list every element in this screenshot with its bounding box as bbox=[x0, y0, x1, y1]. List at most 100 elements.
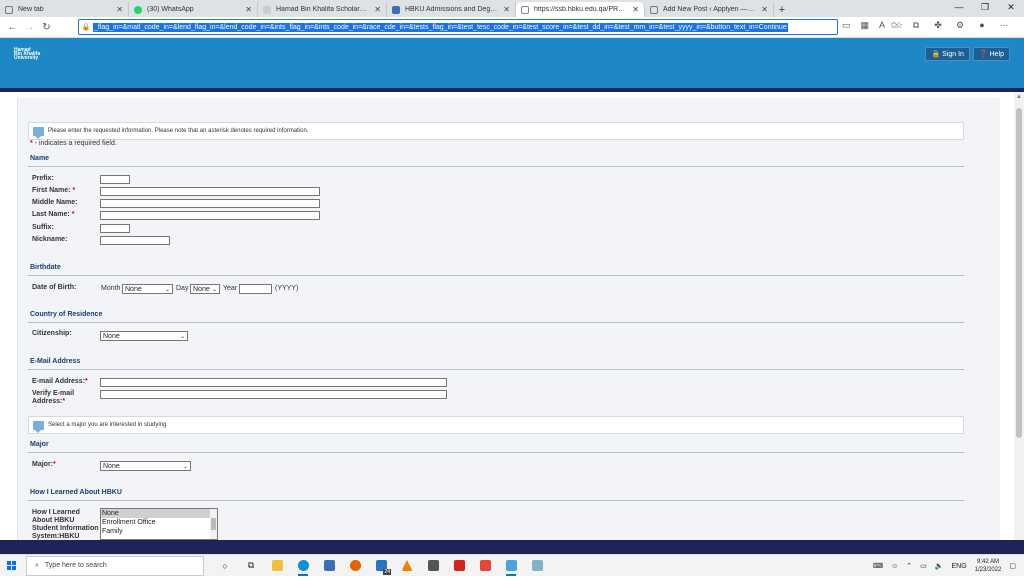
day-select[interactable]: None ⌄ bbox=[190, 284, 220, 294]
tab-scholarship[interactable]: Hamad Bin Khalifa Scholarship & ✕ bbox=[258, 2, 387, 17]
clock[interactable]: 9:42 AM 1/23/2022 bbox=[975, 558, 1002, 574]
label-text: Student Information bbox=[32, 525, 99, 532]
start-button[interactable] bbox=[0, 555, 22, 577]
calculator-icon[interactable] bbox=[422, 556, 444, 576]
address-bar[interactable]: 🔒 _flag_in=&matl_code_in=&lend_flag_in=&… bbox=[78, 19, 838, 35]
tab-title: New tab bbox=[18, 6, 44, 13]
page-scrollbar[interactable]: ▲ bbox=[1014, 92, 1024, 540]
new-tab-button[interactable]: + bbox=[774, 2, 790, 17]
tab-title: Add New Post ‹ Applyen — Wo... bbox=[663, 6, 757, 13]
vlc-icon[interactable] bbox=[396, 556, 418, 576]
chevron-down-icon: ⌄ bbox=[211, 286, 217, 293]
section-title-email: E-Mail Address bbox=[30, 358, 81, 365]
tab-title: (30) WhatsApp bbox=[147, 6, 194, 13]
select-value: None bbox=[103, 332, 120, 340]
photos-icon[interactable] bbox=[526, 556, 548, 576]
edge-browser-icon[interactable] bbox=[292, 556, 314, 576]
profile-avatar-icon[interactable]: ● bbox=[976, 20, 988, 31]
last-name-input[interactable] bbox=[100, 211, 320, 220]
sign-in-button[interactable]: 🔒 Sign In bbox=[925, 47, 970, 61]
month-select[interactable]: None ⌄ bbox=[122, 284, 173, 294]
anydesk-icon[interactable] bbox=[474, 556, 496, 576]
chevron-up-icon[interactable]: ⌃ bbox=[906, 562, 912, 570]
page-content: ▲ bbox=[0, 92, 1024, 540]
listbox-scrollbar-thumb[interactable] bbox=[211, 518, 216, 530]
close-icon[interactable]: ✕ bbox=[245, 5, 252, 14]
close-window-icon[interactable]: ✕ bbox=[998, 0, 1024, 17]
scrollbar-thumb[interactable] bbox=[1016, 108, 1022, 438]
volume-icon[interactable]: 🔈 bbox=[935, 562, 944, 570]
lock-icon[interactable]: 🔒 bbox=[79, 23, 93, 31]
more-menu-icon[interactable]: ⋯ bbox=[998, 20, 1010, 31]
minimize-icon[interactable]: — bbox=[946, 0, 972, 17]
tab-whatsapp[interactable]: (30) WhatsApp ✕ bbox=[129, 2, 258, 17]
page-icon bbox=[521, 5, 529, 14]
store-icon[interactable] bbox=[318, 556, 340, 576]
close-icon[interactable]: ✕ bbox=[761, 5, 768, 14]
url-text[interactable]: _flag_in=&matl_code_in=&lend_flag_in=&le… bbox=[93, 22, 788, 32]
notifications-icon[interactable]: ▢ bbox=[1009, 562, 1016, 570]
acrobat-icon[interactable] bbox=[448, 556, 470, 576]
people-icon[interactable]: ☺ bbox=[891, 563, 898, 570]
firefox-icon[interactable] bbox=[344, 556, 366, 576]
citizenship-select[interactable]: None ⌄ bbox=[100, 331, 188, 341]
restore-icon[interactable]: ❐ bbox=[972, 0, 998, 17]
cortana-icon[interactable]: ○ bbox=[214, 556, 236, 576]
tab-ssb-active[interactable]: https://ssb.hbku.edu.qa/PROD/b... ✕ bbox=[516, 2, 645, 17]
collections-icon[interactable]: ⧉ bbox=[910, 20, 922, 31]
verify-email-input[interactable] bbox=[100, 390, 447, 399]
label-text: About HBKU bbox=[32, 517, 75, 524]
read-aloud-icon[interactable]: A bbox=[879, 20, 885, 31]
speech-bubble-icon bbox=[33, 126, 44, 139]
middle-name-input[interactable] bbox=[100, 199, 320, 208]
forward-icon[interactable]: → bbox=[21, 22, 38, 33]
language-indicator[interactable]: ENG bbox=[952, 563, 967, 570]
taskbar-search[interactable]: ⌕ Type here to search bbox=[26, 555, 204, 576]
keyboard-icon[interactable]: ⌨ bbox=[873, 562, 883, 570]
immersive-reader-icon[interactable]: ▭ bbox=[842, 20, 851, 31]
search-icon: ⌕ bbox=[35, 561, 39, 569]
scroll-up-icon[interactable]: ▲ bbox=[1016, 94, 1022, 100]
prefix-input[interactable] bbox=[100, 175, 130, 184]
network-icon[interactable]: ▭ bbox=[920, 562, 927, 570]
nickname-input[interactable] bbox=[100, 236, 170, 245]
account-settings-icon[interactable]: ⚙ bbox=[954, 20, 966, 31]
first-name-input[interactable] bbox=[100, 187, 320, 196]
list-option[interactable]: None bbox=[101, 509, 217, 518]
qr-code-icon[interactable]: ▦ bbox=[861, 20, 870, 31]
email-label: E-mail Address:* bbox=[32, 378, 88, 385]
remote-desktop-icon[interactable] bbox=[500, 556, 522, 576]
mail-icon[interactable]: 24 bbox=[370, 556, 392, 576]
page-icon bbox=[5, 5, 13, 14]
refresh-icon[interactable]: ↻ bbox=[38, 22, 55, 33]
close-icon[interactable]: ✕ bbox=[503, 5, 510, 14]
label-text: Verify E-mail bbox=[32, 390, 75, 397]
hbku-logo[interactable]: Hamad Bin Khalifa University bbox=[14, 48, 50, 64]
site-header: Hamad Bin Khalifa University 🔒 Sign In ❓… bbox=[0, 38, 1024, 88]
close-icon[interactable]: ✕ bbox=[374, 5, 381, 14]
back-icon[interactable]: ← bbox=[4, 22, 21, 33]
tab-new-tab[interactable]: New tab ✕ bbox=[0, 2, 129, 17]
section-divider bbox=[28, 500, 964, 501]
extensions-icon[interactable]: ✤ bbox=[932, 20, 944, 31]
help-button[interactable]: ❓ Help bbox=[972, 47, 1010, 61]
close-icon[interactable]: ✕ bbox=[116, 5, 123, 14]
file-explorer-icon[interactable] bbox=[266, 556, 288, 576]
close-icon[interactable]: ✕ bbox=[632, 5, 639, 14]
tab-hbku-admissions[interactable]: HBKU Admissions and Degree P... ✕ bbox=[387, 2, 516, 17]
required-star-icon: * bbox=[53, 461, 56, 468]
nickname-label: Nickname: bbox=[32, 236, 68, 243]
year-input[interactable] bbox=[239, 284, 272, 294]
tab-add-new-post[interactable]: Add New Post ‹ Applyen — Wo... ✕ bbox=[645, 2, 774, 17]
required-star-icon: * bbox=[85, 378, 88, 385]
major-select[interactable]: None ⌄ bbox=[100, 461, 191, 471]
email-input[interactable] bbox=[100, 378, 447, 387]
task-view-icon[interactable]: ⧉ bbox=[240, 556, 262, 576]
learned-listbox[interactable]: None Enrollment Office Family bbox=[100, 508, 218, 540]
suffix-input[interactable] bbox=[100, 224, 130, 233]
required-note-text: - indicates a required field. bbox=[34, 140, 117, 147]
section-title-country: Country of Residence bbox=[30, 311, 103, 318]
favorites-icon[interactable]: ✩ bbox=[888, 20, 900, 31]
list-option[interactable]: Enrollment Office bbox=[101, 518, 217, 527]
list-option[interactable]: Family bbox=[101, 527, 217, 536]
